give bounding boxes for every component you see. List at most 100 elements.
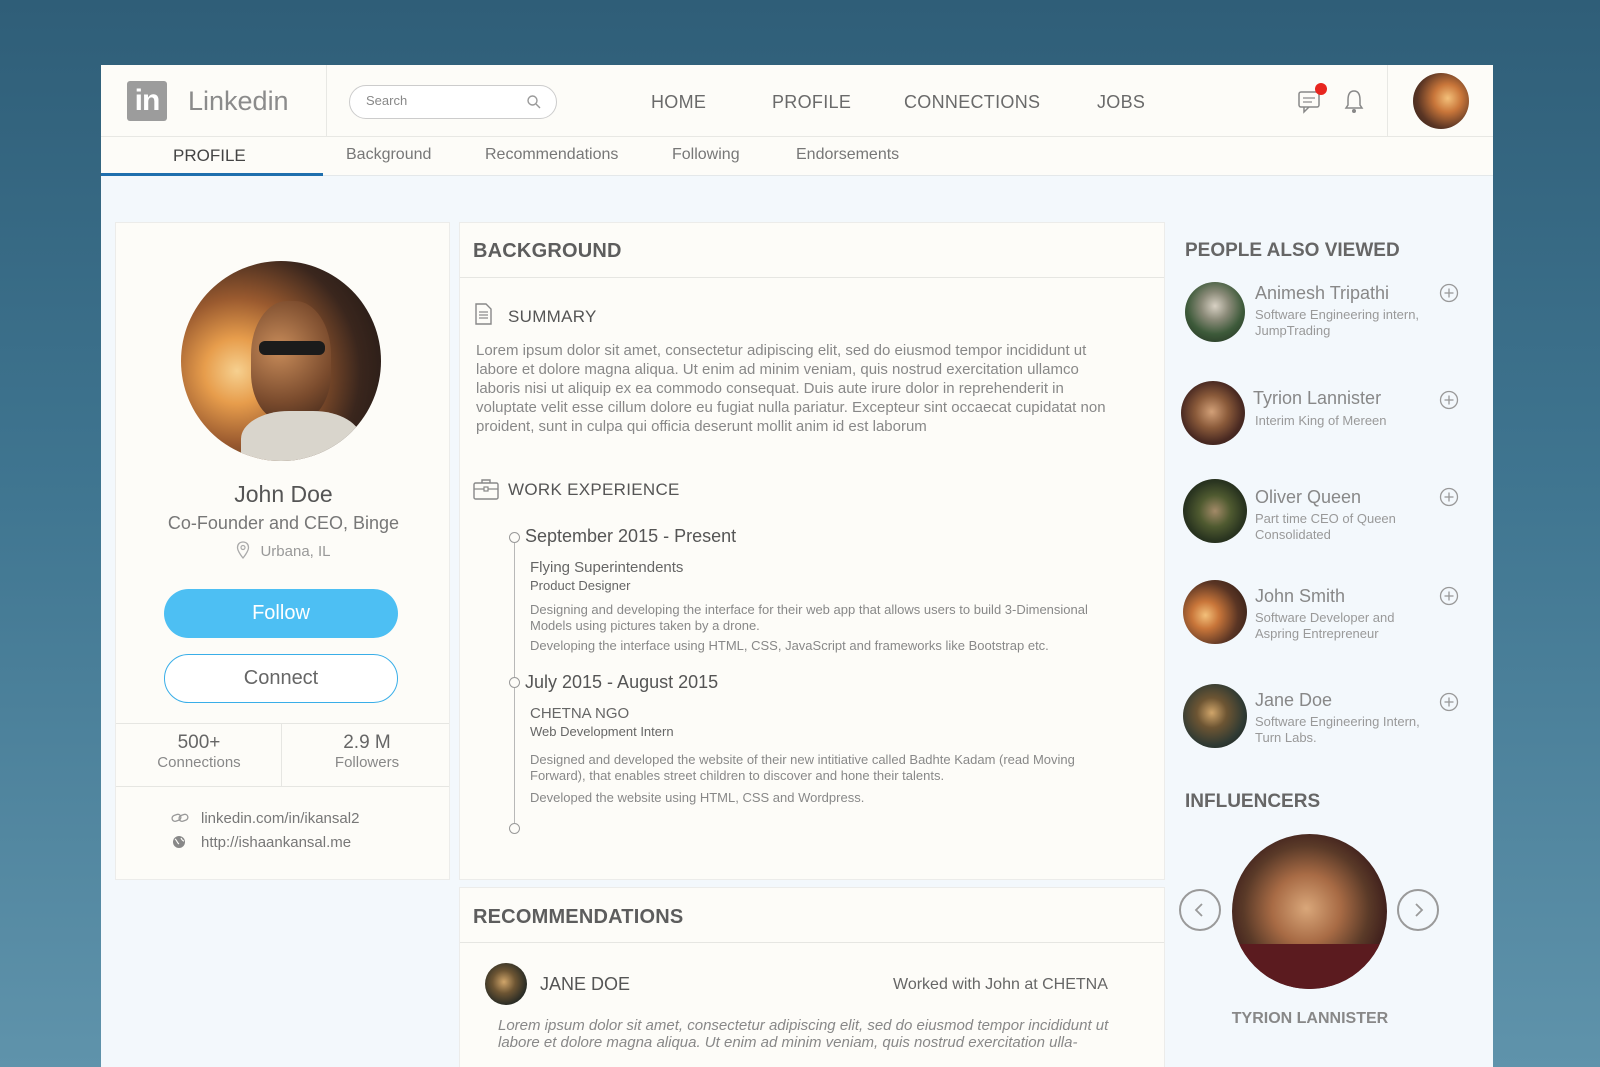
- people-also-viewed-item[interactable]: Tyrion Lannister Interim King of Mereen: [1181, 381, 1471, 447]
- recommender-name[interactable]: JANE DOE: [540, 974, 630, 995]
- linkedin-logo-icon: in: [127, 81, 167, 121]
- subtab-background[interactable]: Background: [346, 146, 431, 164]
- add-connection-icon[interactable]: [1439, 692, 1459, 712]
- job-description: Designed and developed the website of th…: [530, 752, 1075, 783]
- globe-icon: [173, 836, 185, 848]
- job-company: CHETNA NGO: [530, 705, 630, 722]
- connections-label: Connections: [157, 754, 241, 771]
- avatar[interactable]: [1181, 381, 1245, 445]
- location-text: Urbana, IL: [260, 543, 331, 560]
- recommender-relation: Worked with John at CHETNA: [893, 976, 1108, 993]
- add-connection-icon[interactable]: [1439, 487, 1459, 507]
- connect-button[interactable]: Connect: [164, 654, 398, 703]
- topbar-divider: [1387, 65, 1388, 137]
- subtab-endorsements[interactable]: Endorsements: [796, 146, 899, 164]
- person-name[interactable]: John Smith: [1255, 586, 1345, 607]
- active-tab-indicator: [101, 173, 323, 176]
- location-pin-icon: [237, 541, 250, 559]
- avatar[interactable]: [1183, 684, 1247, 748]
- subtab-recommendations[interactable]: Recommendations: [485, 146, 618, 164]
- nav-connections[interactable]: CONNECTIONS: [904, 92, 1040, 113]
- notification-badge: [1315, 83, 1327, 95]
- people-also-viewed-item[interactable]: John Smith Software Developer and Asprin…: [1183, 580, 1473, 646]
- job-date: September 2015 - Present: [525, 526, 737, 546]
- person-name[interactable]: Animesh Tripathi: [1255, 283, 1389, 304]
- person-name[interactable]: Jane Doe: [1255, 690, 1332, 711]
- connections-count: 500+: [177, 732, 221, 753]
- timeline-dot: [509, 532, 520, 543]
- recommendations-card: RECOMMENDATIONS JANE DOE Worked with Joh…: [459, 887, 1165, 1067]
- influencer-photo[interactable]: [1232, 834, 1387, 989]
- profile-location: Urbana, IL: [116, 541, 451, 560]
- recommendation-text: Lorem ipsum dolor sit amet, consectetur …: [498, 1017, 1109, 1051]
- profile-subnav: PROFILE Background Recommendations Follo…: [101, 137, 1493, 176]
- background-heading: BACKGROUND: [473, 240, 622, 262]
- people-also-viewed-item[interactable]: Jane Doe Software Engineering Intern, Tu…: [1183, 684, 1473, 750]
- subtab-following[interactable]: Following: [672, 146, 740, 164]
- people-also-viewed-item[interactable]: Oliver Queen Part time CEO of Queen Cons…: [1183, 479, 1473, 545]
- profile-name: John Doe: [234, 481, 333, 507]
- person-subtitle: Interim King of Mereen: [1255, 413, 1387, 428]
- app-window: in Linkedin HOME PROFILE CONNECTIONS JOB…: [101, 65, 1493, 1067]
- avatar[interactable]: [1183, 580, 1247, 644]
- add-connection-icon[interactable]: [1439, 586, 1459, 606]
- add-connection-icon[interactable]: [1439, 390, 1459, 410]
- timeline-dot: [509, 823, 520, 834]
- summary-text: Lorem ipsum dolor sit amet, consectetur …: [476, 342, 1106, 435]
- job-description: Developing the interface using HTML, CSS…: [530, 638, 1049, 653]
- job-description: Designing and developing the interface f…: [530, 602, 1088, 633]
- people-also-viewed-heading: PEOPLE ALSO VIEWED: [1185, 240, 1400, 261]
- job-description: Developed the website using HTML, CSS an…: [530, 790, 865, 805]
- add-connection-icon[interactable]: [1439, 283, 1459, 303]
- chevron-right-icon: [1415, 903, 1424, 917]
- nav-home[interactable]: HOME: [651, 92, 706, 113]
- linkedin-url[interactable]: linkedin.com/in/ikansal2: [201, 810, 359, 827]
- search-box[interactable]: [349, 85, 557, 119]
- avatar[interactable]: [1185, 282, 1245, 342]
- search-icon[interactable]: [526, 94, 542, 110]
- subtab-profile[interactable]: PROFILE: [173, 146, 246, 166]
- user-avatar[interactable]: [1413, 73, 1469, 129]
- website-link[interactable]: http://ishaankansal.me: [201, 834, 351, 851]
- next-influencer-button[interactable]: [1397, 889, 1439, 931]
- person-name[interactable]: Tyrion Lannister: [1253, 388, 1381, 409]
- logo-text: Linkedin: [188, 86, 289, 116]
- recommender-avatar[interactable]: [485, 963, 527, 1005]
- followers-label: Followers: [334, 754, 400, 771]
- briefcase-icon: [473, 479, 499, 500]
- timeline-dot: [509, 677, 520, 688]
- search-input[interactable]: [366, 93, 526, 108]
- influencer-name[interactable]: TYRION LANNISTER: [1185, 1010, 1435, 1028]
- summary-heading: SUMMARY: [508, 307, 597, 326]
- link-icon: [171, 813, 189, 822]
- job-date: July 2015 - August 2015: [525, 672, 719, 692]
- followers-stat[interactable]: 2.9 M Followers: [284, 732, 450, 771]
- chevron-left-icon: [1194, 903, 1203, 917]
- profile-title: Co-Founder and CEO, Binge: [167, 513, 400, 533]
- profile-stats: 500+ Connections 2.9 M Followers: [116, 723, 449, 787]
- job-company: Flying Superintendents: [530, 559, 684, 576]
- profile-photo: [181, 261, 381, 461]
- person-subtitle: Software Developer and Aspring Entrepren…: [1255, 610, 1395, 641]
- recommendations-heading: RECOMMENDATIONS: [473, 906, 684, 928]
- website-row[interactable]: http://ishaankansal.me: [171, 834, 351, 851]
- people-also-viewed-item[interactable]: Animesh Tripathi Software Engineering in…: [1185, 282, 1475, 348]
- work-experience-heading: WORK EXPERIENCE: [508, 480, 680, 499]
- right-sidebar: PEOPLE ALSO VIEWED Animesh Tripathi Soft…: [1179, 222, 1485, 1067]
- connections-stat[interactable]: 500+ Connections: [116, 732, 282, 771]
- bell-icon[interactable]: [1343, 87, 1365, 115]
- person-name[interactable]: Oliver Queen: [1255, 487, 1361, 508]
- background-card: BACKGROUND SUMMARY Lorem ipsum dolor sit…: [459, 222, 1165, 880]
- avatar[interactable]: [1183, 479, 1247, 543]
- profile-card: John Doe Co-Founder and CEO, Binge Urban…: [115, 222, 450, 880]
- linkedin-url-row[interactable]: linkedin.com/in/ikansal2: [171, 810, 359, 827]
- top-navigation-bar: in Linkedin HOME PROFILE CONNECTIONS JOB…: [101, 65, 1493, 137]
- job-role: Web Development Intern: [530, 724, 674, 739]
- follow-button[interactable]: Follow: [164, 589, 398, 638]
- job-role: Product Designer: [530, 578, 631, 593]
- person-subtitle: Software Engineering intern, JumpTrading: [1255, 307, 1420, 338]
- previous-influencer-button[interactable]: [1179, 889, 1221, 931]
- nav-jobs[interactable]: JOBS: [1097, 92, 1145, 113]
- logo[interactable]: in Linkedin: [101, 65, 327, 137]
- nav-profile[interactable]: PROFILE: [772, 92, 851, 113]
